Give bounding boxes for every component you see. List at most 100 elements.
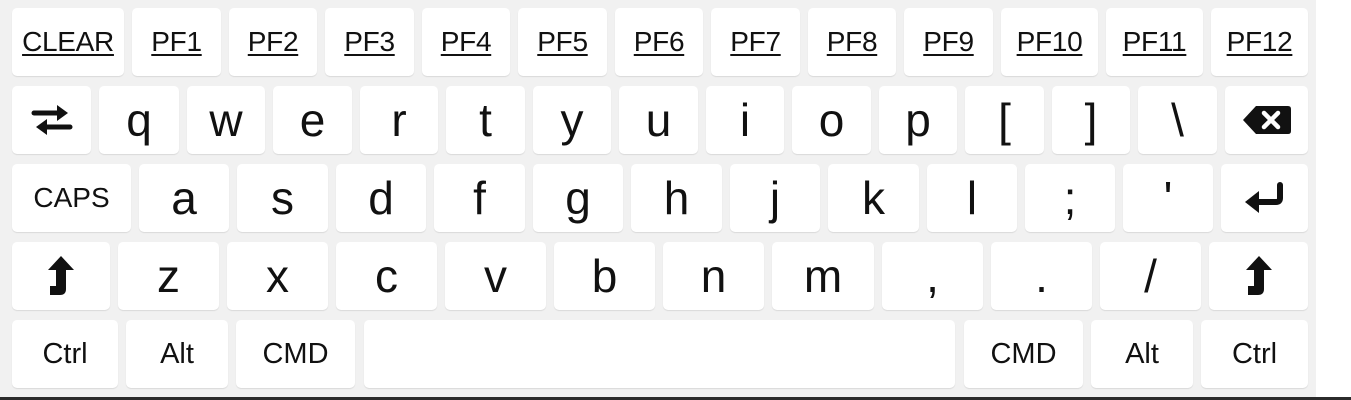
key-label: d — [368, 172, 394, 224]
key-right-ctrl[interactable]: Ctrl — [1201, 320, 1308, 388]
virtual-keyboard: CLEAR PF1 PF2 PF3 PF4 PF5 PF6 PF7 PF8 PF… — [0, 0, 1316, 397]
key-r[interactable]: r — [360, 86, 438, 154]
key-backspace[interactable] — [1225, 86, 1308, 154]
key-label: g — [565, 172, 591, 224]
key-right-bracket[interactable]: ] — [1052, 86, 1130, 154]
key-label: t — [479, 94, 492, 146]
key-label: u — [645, 94, 672, 146]
key-enter[interactable] — [1221, 164, 1308, 232]
key-label: Alt — [1125, 337, 1159, 370]
key-label: w — [209, 94, 243, 146]
key-slash[interactable]: / — [1100, 242, 1201, 310]
key-pf5[interactable]: PF5 — [518, 8, 607, 76]
key-q[interactable]: q — [99, 86, 179, 154]
key-label: CAPS — [33, 182, 110, 213]
key-backslash[interactable]: \ — [1138, 86, 1217, 154]
key-label: \ — [1171, 94, 1184, 146]
key-m[interactable]: m — [772, 242, 874, 310]
key-pf6[interactable]: PF6 — [615, 8, 703, 76]
key-label: f — [473, 172, 486, 224]
key-label: PF12 — [1226, 26, 1293, 57]
page-gutter — [1316, 0, 1351, 397]
key-label: PF10 — [1016, 26, 1083, 57]
key-label: h — [663, 172, 690, 224]
key-left-cmd[interactable]: CMD — [236, 320, 355, 388]
key-label: PF11 — [1122, 26, 1187, 57]
key-s[interactable]: s — [237, 164, 328, 232]
key-p[interactable]: p — [879, 86, 957, 154]
key-label: [ — [998, 94, 1011, 146]
key-e[interactable]: e — [273, 86, 352, 154]
key-w[interactable]: w — [187, 86, 265, 154]
key-apostrophe[interactable]: ' — [1123, 164, 1213, 232]
key-label: . — [1035, 250, 1048, 302]
key-pf8[interactable]: PF8 — [808, 8, 896, 76]
key-label: CMD — [990, 337, 1057, 370]
key-f[interactable]: f — [434, 164, 525, 232]
key-label: i — [739, 94, 751, 146]
key-label: Ctrl — [1231, 337, 1278, 370]
key-pf11[interactable]: PF11 — [1106, 8, 1203, 76]
key-right-shift[interactable] — [1209, 242, 1308, 310]
key-u[interactable]: u — [619, 86, 698, 154]
key-label: PF4 — [440, 26, 492, 57]
key-label: PF8 — [826, 26, 878, 57]
shift-arrow-icon — [1245, 256, 1272, 295]
key-o[interactable]: o — [792, 86, 871, 154]
key-pf7[interactable]: PF7 — [711, 8, 800, 76]
key-clear[interactable]: CLEAR — [12, 8, 124, 76]
key-tab[interactable] — [12, 86, 91, 154]
key-i[interactable]: i — [706, 86, 784, 154]
key-pf2[interactable]: PF2 — [229, 8, 317, 76]
key-b[interactable]: b — [554, 242, 655, 310]
key-left-ctrl[interactable]: Ctrl — [12, 320, 118, 388]
key-j[interactable]: j — [730, 164, 820, 232]
key-pf12[interactable]: PF12 — [1211, 8, 1308, 76]
key-label: PF1 — [151, 26, 202, 57]
key-pf1[interactable]: PF1 — [132, 8, 221, 76]
key-caps-lock[interactable]: CAPS — [12, 164, 131, 232]
key-pf9[interactable]: PF9 — [904, 8, 993, 76]
key-label: ; — [1063, 172, 1077, 224]
key-label: b — [591, 250, 618, 302]
key-label: PF6 — [633, 26, 685, 57]
shift-arrow-icon — [48, 256, 74, 295]
key-v[interactable]: v — [445, 242, 546, 310]
key-right-alt[interactable]: Alt — [1091, 320, 1193, 388]
key-d[interactable]: d — [336, 164, 426, 232]
key-z[interactable]: z — [118, 242, 219, 310]
key-h[interactable]: h — [631, 164, 722, 232]
key-l[interactable]: l — [927, 164, 1017, 232]
key-label: PF7 — [730, 26, 781, 57]
key-label: p — [905, 94, 931, 146]
key-label: ' — [1163, 172, 1173, 224]
key-a[interactable]: a — [139, 164, 229, 232]
key-period[interactable]: . — [991, 242, 1092, 310]
key-y[interactable]: y — [533, 86, 611, 154]
key-pf4[interactable]: PF4 — [422, 8, 510, 76]
key-left-shift[interactable] — [12, 242, 110, 310]
tab-arrows-icon — [31, 105, 72, 135]
key-left-bracket[interactable]: [ — [965, 86, 1044, 154]
key-semicolon[interactable]: ; — [1025, 164, 1115, 232]
key-label: PF5 — [537, 26, 588, 57]
key-right-cmd[interactable]: CMD — [964, 320, 1083, 388]
enter-icon — [1244, 182, 1283, 213]
key-c[interactable]: c — [336, 242, 437, 310]
key-pf10[interactable]: PF10 — [1001, 8, 1098, 76]
key-k[interactable]: k — [828, 164, 919, 232]
key-t[interactable]: t — [446, 86, 525, 154]
key-label: r — [391, 94, 407, 146]
key-g[interactable]: g — [533, 164, 623, 232]
key-label: a — [171, 172, 197, 224]
key-comma[interactable]: , — [882, 242, 983, 310]
key-label: j — [769, 172, 781, 224]
key-label: ] — [1084, 94, 1098, 146]
key-pf3[interactable]: PF3 — [325, 8, 414, 76]
key-n[interactable]: n — [663, 242, 764, 310]
key-label: n — [700, 250, 727, 302]
key-space[interactable] — [364, 320, 955, 388]
key-label: e — [299, 94, 326, 146]
key-left-alt[interactable]: Alt — [126, 320, 228, 388]
key-x[interactable]: x — [227, 242, 328, 310]
